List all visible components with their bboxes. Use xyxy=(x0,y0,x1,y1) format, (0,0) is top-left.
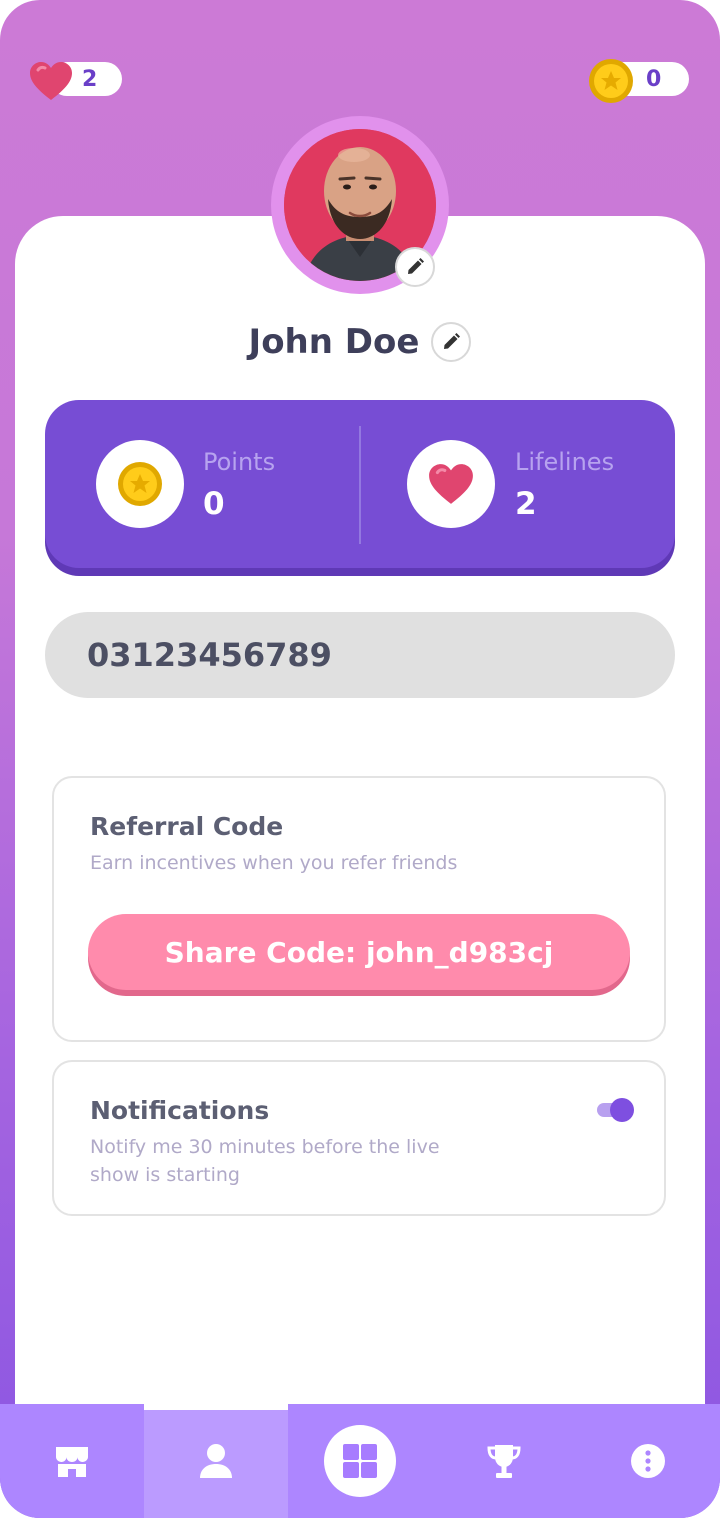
trophy-icon xyxy=(487,1445,521,1478)
user-icon xyxy=(200,1444,232,1478)
notifications-title: Notifications xyxy=(90,1096,270,1125)
coin-icon xyxy=(118,462,162,506)
profile-name: John Doe xyxy=(248,322,420,362)
referral-subtitle: Earn incentives when you refer friends xyxy=(90,852,458,874)
lifelines-stat-icon xyxy=(407,440,495,528)
points-pill-count: 0 xyxy=(646,66,662,92)
nav-item-more[interactable] xyxy=(576,1404,720,1518)
notifications-subtitle-line2: show is starting xyxy=(90,1164,240,1186)
share-code-button[interactable]: Share Code: john_d983cj xyxy=(88,914,630,990)
nav-active-indicator xyxy=(144,1404,288,1410)
grid-icon xyxy=(343,1444,377,1478)
toggle-knob xyxy=(610,1098,634,1122)
notifications-toggle[interactable] xyxy=(597,1098,635,1122)
phone-number-field[interactable]: 03123456789 xyxy=(45,612,675,698)
lifelines-value: 2 xyxy=(515,486,537,522)
coin-icon xyxy=(589,59,633,103)
points-label: Points xyxy=(203,448,276,476)
lifelines-label: Lifelines xyxy=(515,448,615,476)
nav-item-home[interactable] xyxy=(288,1404,432,1518)
phone-number-value: 03123456789 xyxy=(87,636,332,674)
nav-item-store[interactable] xyxy=(0,1404,144,1518)
heart-icon xyxy=(429,464,473,504)
edit-avatar-button[interactable] xyxy=(395,247,435,287)
store-icon xyxy=(56,1447,88,1477)
profile-screen: 2 0 John Doe Points 0 Lifelines 2 031234… xyxy=(0,0,720,1518)
heart-icon xyxy=(30,62,72,100)
nav-item-profile[interactable] xyxy=(144,1404,288,1518)
points-value: 0 xyxy=(203,486,225,522)
points-stat-icon xyxy=(96,440,184,528)
bottom-nav xyxy=(0,1404,720,1518)
pencil-icon xyxy=(444,333,461,349)
nav-center-button xyxy=(324,1425,396,1497)
pencil-icon xyxy=(408,258,424,274)
stats-divider xyxy=(359,426,361,544)
stats-panel: Points 0 Lifelines 2 xyxy=(45,400,675,568)
lifelines-pill-count: 2 xyxy=(82,66,98,92)
referral-title: Referral Code xyxy=(90,812,284,841)
notifications-subtitle-line1: Notify me 30 minutes before the live xyxy=(90,1136,440,1158)
profile-name-row: John Doe xyxy=(0,322,720,362)
nav-item-leaderboard[interactable] xyxy=(432,1404,576,1518)
edit-name-button[interactable] xyxy=(431,322,472,362)
more-icon xyxy=(631,1444,665,1478)
referral-section: Referral Code Earn incentives when you r… xyxy=(52,776,666,1042)
share-code-label: Share Code: john_d983cj xyxy=(164,935,554,969)
notifications-section: Notifications Notify me 30 minutes befor… xyxy=(52,1060,666,1216)
